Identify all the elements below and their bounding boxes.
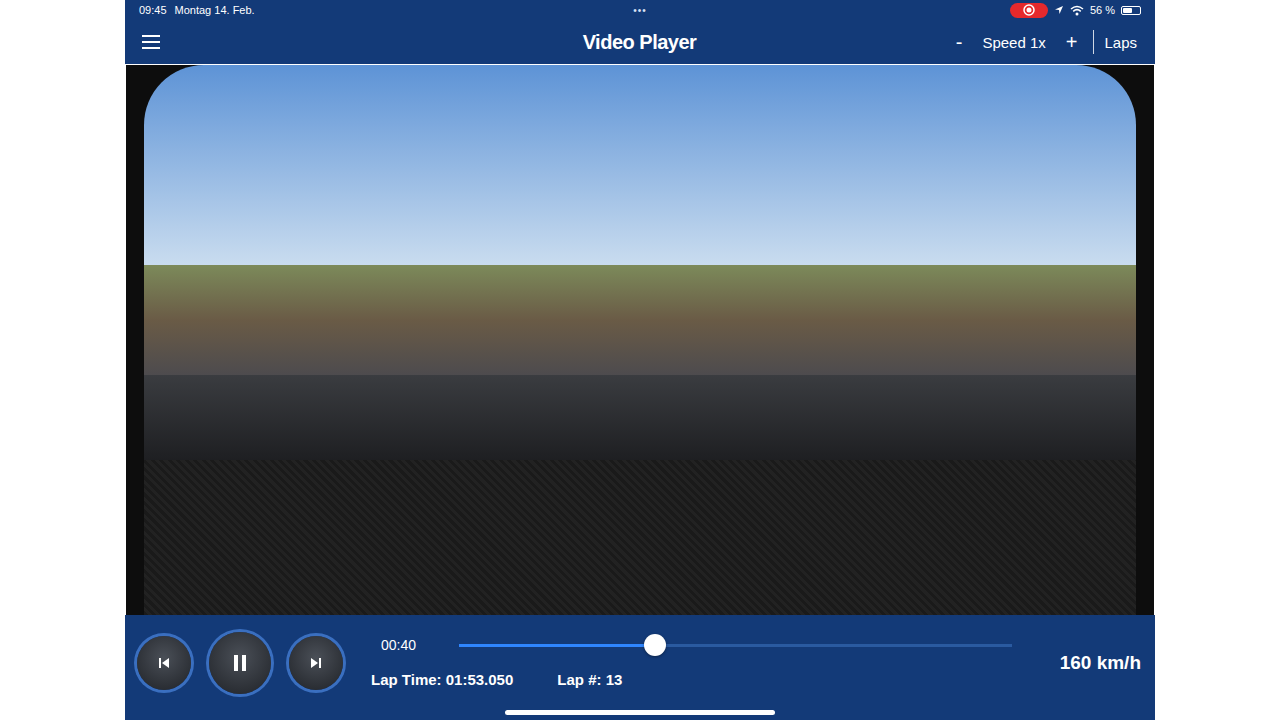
elapsed-time: 00:40	[381, 637, 421, 653]
skip-back-icon	[157, 656, 171, 670]
header-bar: Video Player - Speed 1x + Laps	[125, 20, 1155, 64]
status-date: Montag 14. Feb.	[175, 4, 255, 16]
speed-increase-button[interactable]: +	[1060, 31, 1084, 54]
lap-number: Lap #: 13	[557, 671, 622, 688]
separator	[1093, 30, 1094, 54]
status-time: 09:45	[139, 4, 167, 16]
multitask-dots[interactable]: •••	[633, 5, 647, 16]
location-icon	[1054, 5, 1064, 15]
current-speed: 160 km/h	[1060, 652, 1141, 674]
next-button[interactable]	[289, 636, 343, 690]
lap-time: Lap Time: 01:53.050	[371, 671, 513, 688]
previous-button[interactable]	[137, 636, 191, 690]
playback-controls: 00:40 Lap Time: 01:53.050 Lap #: 13 160 …	[125, 615, 1155, 720]
page: 09:45 Montag 14. Feb. ••• 56 % Video Pla…	[0, 0, 1280, 720]
menu-icon[interactable]	[142, 35, 160, 49]
ipad-screen: 09:45 Montag 14. Feb. ••• 56 % Video Pla…	[125, 0, 1155, 720]
header-title: Video Player	[583, 31, 697, 54]
speed-label: Speed 1x	[982, 34, 1045, 51]
pause-icon	[232, 654, 248, 672]
video-frame[interactable]	[125, 64, 1155, 615]
record-icon	[1023, 4, 1035, 16]
battery-percent: 56 %	[1090, 4, 1115, 16]
slider-thumb[interactable]	[644, 634, 666, 656]
skip-forward-icon	[309, 656, 323, 670]
recording-indicator[interactable]	[1010, 3, 1048, 18]
play-pause-button[interactable]	[209, 632, 271, 694]
speed-decrease-button[interactable]: -	[950, 31, 969, 54]
battery-icon	[1121, 6, 1141, 15]
home-indicator[interactable]	[505, 710, 775, 715]
seek-slider[interactable]	[459, 644, 1012, 647]
wifi-icon	[1070, 5, 1084, 16]
status-bar: 09:45 Montag 14. Feb. ••• 56 %	[125, 0, 1155, 20]
laps-button[interactable]: Laps	[1104, 34, 1137, 51]
video-picture	[126, 65, 1154, 615]
